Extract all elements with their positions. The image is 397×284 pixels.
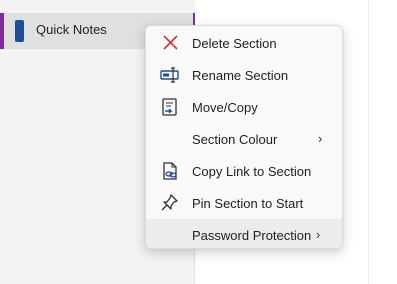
menu-label: Section Colour xyxy=(192,132,278,147)
chevron-right-icon: › xyxy=(316,227,321,242)
menu-label: Copy Link to Section xyxy=(192,164,312,179)
chevron-right-icon: › xyxy=(318,131,323,146)
rename-icon xyxy=(160,67,179,83)
menu-item-password-protection[interactable]: Password Protection › xyxy=(146,219,342,248)
section-tab-icon xyxy=(15,20,24,42)
menu-item-pin-to-start[interactable]: Pin Section to Start xyxy=(146,187,342,219)
copy-link-icon xyxy=(163,162,177,180)
section-list-top xyxy=(0,0,195,12)
section-selected-indicator xyxy=(0,13,4,49)
menu-item-rename-section[interactable]: Rename Section xyxy=(146,59,342,91)
menu-label: Pin Section to Start xyxy=(192,196,304,211)
menu-item-copy-link[interactable]: Copy Link to Section xyxy=(146,155,342,187)
section-context-menu: Delete Section Rename Section Move/Copy … xyxy=(145,25,343,249)
menu-item-section-colour[interactable]: Section Colour › xyxy=(146,123,342,155)
move-copy-icon xyxy=(162,98,177,116)
menu-item-delete-section[interactable]: Delete Section xyxy=(146,27,342,59)
pane-divider xyxy=(368,0,369,284)
menu-label: Password Protection xyxy=(192,228,312,243)
menu-item-move-copy[interactable]: Move/Copy xyxy=(146,91,342,123)
pin-icon xyxy=(161,194,178,211)
section-label: Quick Notes xyxy=(36,22,107,37)
delete-x-icon xyxy=(163,35,178,50)
menu-label: Rename Section xyxy=(192,68,289,83)
menu-label: Move/Copy xyxy=(192,100,258,115)
menu-label: Delete Section xyxy=(192,36,277,51)
